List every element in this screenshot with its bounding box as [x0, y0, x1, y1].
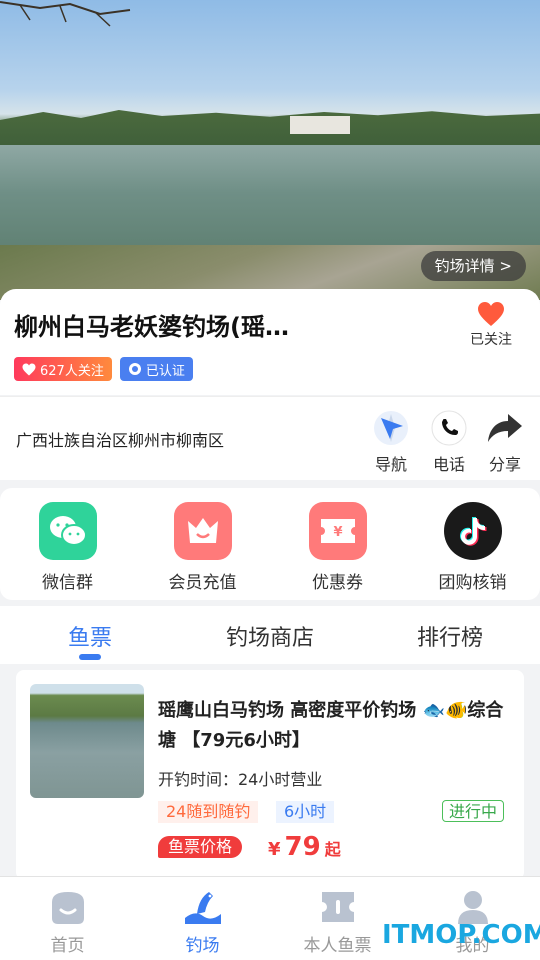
ticket-name: 瑶鹰山白马钓场 高密度平价钓场 🐟🐠综合塘 【79元6小时】: [158, 700, 504, 751]
venue-title: 柳州白马老妖婆钓场(瑶…: [14, 313, 289, 341]
tiktok-icon: [443, 502, 502, 560]
price-value: 79: [284, 832, 321, 862]
certified-icon: [128, 363, 141, 375]
share-button[interactable]: 分享: [480, 409, 530, 475]
tab-label: 鱼票: [67, 626, 112, 651]
address-text: 广西壮族自治区柳州市柳南区: [16, 431, 225, 450]
share-label: 分享: [488, 455, 521, 474]
tab-venue-shop[interactable]: 钓场商店: [180, 606, 360, 664]
crown-icon: [173, 502, 232, 560]
navigate-label: 导航: [374, 455, 407, 474]
navigate-button[interactable]: 导航: [366, 409, 416, 475]
nav-home[interactable]: 首页: [0, 877, 135, 960]
nav-fishing-spots[interactable]: 钓场: [135, 877, 270, 960]
follow-label: 已关注: [470, 332, 512, 348]
followers-badge: 627人关注: [14, 357, 112, 381]
navigation-icon: [372, 409, 410, 447]
heart-icon: [22, 363, 36, 375]
feature-group-buy-redeem[interactable]: 团购核销: [405, 488, 540, 600]
nav-label: 钓场: [185, 936, 220, 956]
venue-info-card: 柳州白马老妖婆钓场(瑶… 已关注 627人关注 已认证: [0, 289, 540, 395]
watermark: ITMOP.COM: [382, 920, 540, 950]
content-tabs: 鱼票 钓场商店 排行榜: [0, 606, 540, 664]
treeline: [0, 110, 540, 148]
home-icon: [46, 887, 90, 927]
price-label: 鱼票价格: [158, 836, 243, 858]
svg-text:¥: ¥: [333, 525, 342, 540]
ticket-tag-duration: 6小时: [276, 801, 335, 823]
feature-grid: 微信群 会员充值 ¥ 优惠券 团购核销: [0, 488, 540, 600]
phone-icon: [430, 409, 468, 447]
certified-label: 已认证: [145, 363, 185, 379]
wechat-icon: [38, 502, 97, 560]
feature-label: 团购核销: [438, 573, 507, 593]
followers-count: 627人关注: [40, 363, 104, 379]
follow-button[interactable]: 已关注: [460, 301, 522, 349]
feature-wechat-group[interactable]: 微信群: [0, 488, 135, 600]
price-suffix: 起: [324, 840, 341, 859]
tree-branch-decoration: [0, 1, 131, 27]
active-tab-indicator: [79, 654, 101, 660]
feature-membership-topup[interactable]: 会员充值: [135, 488, 270, 600]
ticket-price: ¥79 起: [268, 832, 341, 862]
share-icon: [486, 409, 524, 447]
tab-label: 钓场商店: [225, 626, 314, 651]
venue-details-button[interactable]: 钓场详情 >: [420, 251, 526, 281]
heart-icon: [478, 302, 504, 326]
feature-label: 优惠券: [312, 573, 363, 593]
ticket-card[interactable]: 瑶鹰山白马钓场 高密度平价钓场 🐟🐠综合塘 【79元6小时】 开钓时间：24小时…: [16, 670, 524, 880]
certified-badge: 已认证: [119, 357, 193, 381]
nav-label: 首页: [50, 936, 85, 956]
ticket-thumbnail: [30, 684, 144, 798]
ticket-tag-anytime: 24随到随钓: [158, 801, 259, 823]
status-badge: 进行中: [442, 800, 505, 822]
feature-label: 会员充值: [168, 573, 237, 593]
feature-label: 微信群: [42, 573, 93, 593]
venue-badges: 627人关注 已认证: [14, 357, 193, 381]
fishing-spot-icon: [181, 887, 225, 927]
tab-leaderboard[interactable]: 排行榜: [360, 606, 540, 664]
tab-label: 排行榜: [416, 626, 483, 651]
coupon-icon: ¥: [308, 502, 367, 560]
ticket-hours: 开钓时间：24小时营业: [158, 770, 323, 789]
call-button[interactable]: 电话: [424, 409, 474, 475]
address-row: 广西壮族自治区柳州市柳南区 导航 电话 分享: [0, 396, 540, 480]
feature-coupons[interactable]: ¥ 优惠券: [270, 488, 405, 600]
tab-fish-tickets[interactable]: 鱼票: [0, 606, 180, 664]
call-label: 电话: [432, 455, 465, 474]
ticket-icon: [316, 887, 360, 927]
price-currency: ¥: [268, 839, 281, 860]
distant-building: [290, 116, 350, 134]
